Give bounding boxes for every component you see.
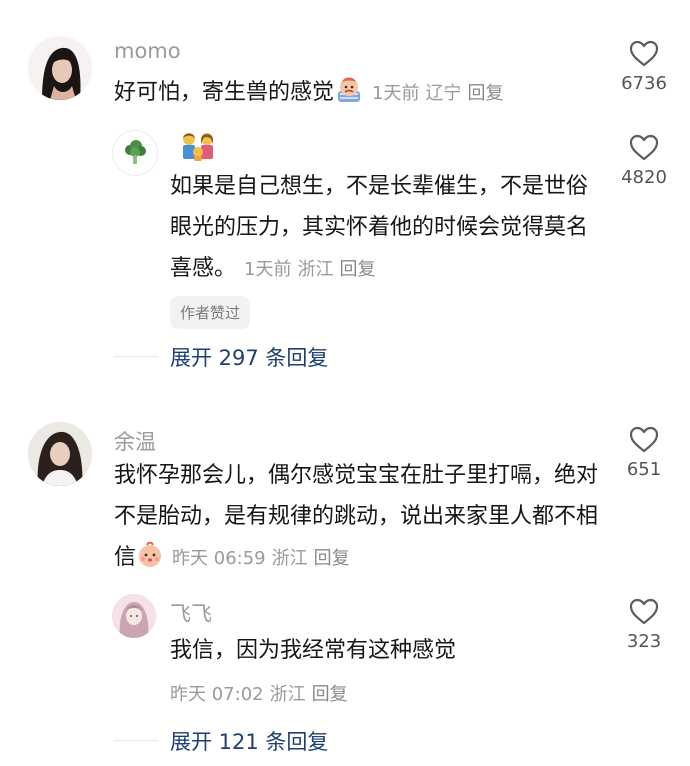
like-button[interactable]: 651 [609, 426, 679, 480]
reply-meta: 1天前 浙江 回复 [244, 259, 381, 280]
comment-username[interactable]: 余温 [114, 426, 156, 456]
comment-username[interactable]: momo [114, 39, 181, 63]
parents-emoji-icon [183, 133, 213, 161]
comment-time: 1天前 [372, 83, 420, 104]
heart-outline-icon [629, 40, 659, 67]
crying-baby-emoji-icon [334, 76, 364, 118]
avatar[interactable] [28, 422, 92, 486]
like-count: 4820 [621, 167, 667, 188]
like-button[interactable]: 323 [609, 598, 679, 652]
reply-location: 浙江 [297, 259, 334, 280]
expand-divider [114, 356, 158, 357]
like-count: 323 [626, 631, 662, 652]
comment-location: 辽宁 [425, 83, 462, 104]
expand-divider [114, 740, 158, 741]
reply-button[interactable]: 回复 [312, 684, 348, 705]
reply-meta-inner: 昨天 07:02 浙江 回复 [170, 684, 354, 705]
reply-text: 我信，因为我经常有这种感觉 [170, 638, 457, 663]
comment-body: 我怀孕那会儿，偶尔感觉宝宝在肚子里打嗝，绝对不是胎动，是有规律的跳动，说出来家里… [114, 455, 604, 583]
like-button[interactable]: 4820 [609, 134, 679, 188]
reply-avatar[interactable] [112, 130, 158, 176]
avatar-photo-icon [28, 422, 92, 486]
avatar-photo-icon [112, 594, 156, 638]
like-count: 6736 [621, 73, 667, 94]
avatar[interactable] [28, 36, 92, 100]
author-liked-badge: 作者赞过 [170, 296, 251, 329]
expand-replies-button[interactable]: 展开 121 条回复 [170, 726, 328, 756]
like-count: 651 [626, 459, 662, 480]
broccoli-icon [125, 140, 146, 164]
like-button[interactable]: 6736 [609, 40, 679, 94]
comment-location: 浙江 [271, 548, 308, 569]
reply-username-emoji[interactable] [180, 131, 216, 165]
heart-outline-icon [629, 134, 659, 161]
reply-location: 浙江 [269, 684, 306, 705]
comment-body: 好可怕，寄生兽的感觉 1天前 辽宁 回复 [114, 72, 594, 118]
heart-outline-icon [629, 598, 659, 625]
comment-meta: 1天前 辽宁 回复 [372, 83, 509, 104]
reply-avatar[interactable] [112, 594, 156, 638]
reply-time: 昨天 07:02 [170, 684, 264, 705]
comment-time: 昨天 06:59 [172, 548, 266, 569]
baby-face-emoji-icon [136, 541, 164, 583]
reply-body: 如果是自己想生，不是长辈催生，不是世俗眼光的压力，其实怀着他的时候会觉得莫名喜感… [170, 166, 600, 290]
reply-username[interactable]: 飞飞 [170, 598, 212, 628]
comment-text: 好可怕，寄生兽的感觉 [114, 80, 335, 105]
reply-time: 1天前 [244, 259, 292, 280]
reply-button[interactable]: 回复 [467, 83, 503, 104]
avatar-photo-icon [28, 36, 92, 100]
reply-meta: 昨天 07:02 浙江 回复 [162, 680, 354, 706]
reply-button[interactable]: 回复 [314, 548, 350, 569]
comment-meta: 昨天 06:59 浙江 回复 [172, 548, 356, 569]
reply-button[interactable]: 回复 [339, 259, 375, 280]
heart-outline-icon [629, 426, 659, 453]
expand-replies-button[interactable]: 展开 297 条回复 [170, 342, 328, 372]
